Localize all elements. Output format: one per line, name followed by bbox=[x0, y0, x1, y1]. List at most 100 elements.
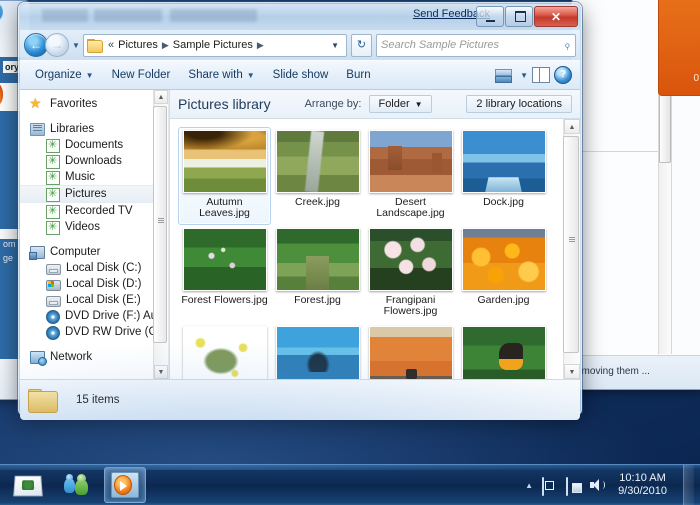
navigation-pane: Favorites Libraries Documents Downloads bbox=[20, 90, 169, 379]
internet-explorer-icon[interactable] bbox=[0, 1, 3, 23]
firefox-flame-icon[interactable] bbox=[0, 81, 3, 107]
preview-pane-icon[interactable] bbox=[532, 67, 550, 83]
page-title: Pictures library bbox=[178, 96, 271, 112]
file-item[interactable]: Humpback bbox=[271, 323, 364, 379]
share-with-button[interactable]: Share with ▼ bbox=[179, 65, 263, 85]
network-icon bbox=[30, 351, 47, 366]
show-desktop-button[interactable] bbox=[683, 465, 694, 505]
sidebar-item-documents[interactable]: Documents bbox=[20, 137, 168, 153]
file-item[interactable]: Dock.jpg bbox=[457, 127, 550, 225]
taskbar-button-explorer[interactable] bbox=[8, 468, 48, 502]
file-name: Frangipani Flowers.jpg bbox=[383, 294, 438, 317]
show-hidden-icons-button[interactable]: ▲ bbox=[525, 481, 533, 490]
nav-scroll-up-button[interactable]: ▲ bbox=[154, 90, 168, 104]
sidebar-item-dvd-drive-f[interactable]: DVD Drive (F:) Audio bbox=[20, 308, 168, 324]
close-button[interactable]: ✕ bbox=[534, 6, 578, 27]
sidebar-item-favorites[interactable]: Favorites bbox=[20, 95, 168, 112]
change-view-icon[interactable] bbox=[495, 68, 513, 83]
action-center-icon[interactable] bbox=[542, 476, 557, 496]
slide-show-button[interactable]: Slide show bbox=[264, 65, 338, 85]
breadcrumb-pictures[interactable]: Pictures bbox=[117, 39, 159, 51]
sidebar-item-libraries[interactable]: Libraries bbox=[20, 121, 168, 137]
forward-button[interactable]: → bbox=[45, 33, 69, 57]
share-with-caret-icon: ▼ bbox=[246, 71, 255, 80]
library-header: Pictures library Arrange by: Folder ▼ 2 l… bbox=[170, 90, 580, 119]
sidebar-item-pictures[interactable]: Pictures bbox=[20, 185, 168, 203]
file-item[interactable]: Autumn Leaves.jpg bbox=[178, 127, 271, 225]
sidebar-item-network[interactable]: Network bbox=[20, 349, 168, 366]
sidebar-label-downloads: Downloads bbox=[65, 155, 122, 167]
file-item[interactable]: Desert Landscape.jpg bbox=[364, 127, 457, 225]
content-scroll-up-button[interactable]: ▲ bbox=[564, 119, 580, 134]
file-thumbnail bbox=[275, 326, 360, 379]
file-name: Autumn Leaves.jpg bbox=[199, 196, 250, 219]
nav-scroll-down-button[interactable]: ▼ bbox=[154, 365, 168, 379]
title-bar[interactable]: Send Feedback ✕ bbox=[20, 4, 580, 30]
content-scrollbar[interactable]: ▲ ▼ bbox=[563, 119, 580, 379]
taskbar-button-messenger[interactable] bbox=[56, 468, 96, 502]
file-item[interactable]: Frangipani Flowers.jpg bbox=[364, 225, 457, 323]
breadcrumb-overflow-button[interactable]: « bbox=[105, 39, 117, 51]
organize-button[interactable]: Organize ▼ bbox=[26, 65, 103, 85]
background-orange-panel[interactable]: 0 bbox=[658, 0, 700, 96]
sidebar-item-recorded-tv[interactable]: Recorded TV bbox=[20, 203, 168, 219]
library-folder-icon bbox=[46, 170, 60, 185]
library-folder-icon bbox=[46, 138, 60, 153]
content-scroll-down-button[interactable]: ▼ bbox=[564, 364, 580, 379]
file-item[interactable]: Oryx bbox=[364, 323, 457, 379]
new-folder-button[interactable]: New Folder bbox=[103, 65, 180, 85]
library-locations-button[interactable]: 2 library locations bbox=[466, 95, 572, 113]
breadcrumb-sample-pictures[interactable]: Sample Pictures bbox=[172, 39, 254, 51]
organize-label: Organize bbox=[35, 69, 82, 81]
sidebar-item-computer[interactable]: Computer bbox=[20, 244, 168, 260]
sidebar-item-dvd-rw-drive-g[interactable]: DVD RW Drive (G:) A bbox=[20, 324, 168, 340]
network-tray-icon[interactable] bbox=[566, 476, 581, 496]
search-input[interactable]: Search Sample Pictures bbox=[381, 39, 564, 51]
burn-button[interactable]: Burn bbox=[337, 65, 379, 85]
content-scroll-thumb[interactable] bbox=[563, 136, 579, 353]
nav-scroll-thumb[interactable] bbox=[153, 106, 167, 343]
file-thumbnail bbox=[368, 228, 453, 291]
help-icon[interactable]: ? bbox=[554, 66, 572, 84]
toolbar-right-group: ▼ ? bbox=[495, 66, 574, 84]
file-item[interactable]: Green Sea bbox=[178, 323, 271, 379]
breadcrumb-separator-1[interactable]: ▶ bbox=[159, 40, 172, 51]
file-item[interactable]: Garden.jpg bbox=[457, 225, 550, 323]
arrange-by-label: Arrange by: bbox=[304, 98, 362, 110]
breadcrumb-separator-2[interactable]: ▶ bbox=[254, 40, 267, 51]
recent-pages-button[interactable]: ▼ bbox=[69, 41, 83, 50]
refresh-button[interactable]: ↻ bbox=[351, 33, 372, 57]
explorer-icon bbox=[13, 475, 43, 496]
file-item[interactable]: Forest Flowers.jpg bbox=[178, 225, 271, 323]
file-item[interactable]: Creek.jpg bbox=[271, 127, 364, 225]
sidebar-item-music[interactable]: Music bbox=[20, 169, 168, 185]
sidebar-item-local-disk-d[interactable]: Local Disk (D:) bbox=[20, 276, 168, 292]
address-dropdown-icon[interactable]: ▼ bbox=[326, 41, 344, 50]
tree-spacer-2 bbox=[20, 235, 168, 244]
volume-icon[interactable] bbox=[590, 478, 606, 492]
nav-scroll-grip bbox=[158, 218, 164, 223]
sidebar-item-local-disk-c[interactable]: Local Disk (C:) bbox=[20, 260, 168, 276]
minimize-icon bbox=[486, 20, 495, 22]
address-bar[interactable]: « Pictures ▶ Sample Pictures ▶ ▼ bbox=[83, 33, 347, 57]
arrange-by-dropdown[interactable]: Folder ▼ bbox=[369, 95, 432, 113]
taskbar-button-media-player[interactable] bbox=[104, 467, 146, 503]
clock[interactable]: 10:10 AM 9/30/2010 bbox=[615, 472, 670, 498]
minimize-button[interactable] bbox=[476, 6, 504, 27]
sidebar-label-local-disk-e: Local Disk (E:) bbox=[66, 294, 141, 306]
navigation-pane-scrollbar[interactable]: ▲ ▼ bbox=[153, 90, 168, 379]
search-box[interactable]: Search Sample Pictures ⌕ bbox=[376, 33, 576, 57]
file-item[interactable]: Toco Toucan.jpg bbox=[457, 323, 550, 379]
file-item[interactable]: Forest.jpg bbox=[271, 225, 364, 323]
change-view-caret-icon[interactable]: ▼ bbox=[520, 71, 528, 80]
computer-icon bbox=[29, 246, 45, 260]
sidebar-item-local-disk-e[interactable]: Local Disk (E:) bbox=[20, 292, 168, 308]
sidebar-item-downloads[interactable]: Downloads bbox=[20, 153, 168, 169]
file-name: Desert Landscape.jpg bbox=[376, 196, 445, 219]
background-right-divider bbox=[572, 151, 672, 152]
maximize-button[interactable] bbox=[505, 6, 533, 27]
sidebar-label-computer: Computer bbox=[50, 246, 101, 258]
status-folder-icon bbox=[28, 387, 58, 413]
sidebar-item-videos[interactable]: Videos bbox=[20, 219, 168, 235]
file-thumbnail bbox=[368, 130, 453, 193]
